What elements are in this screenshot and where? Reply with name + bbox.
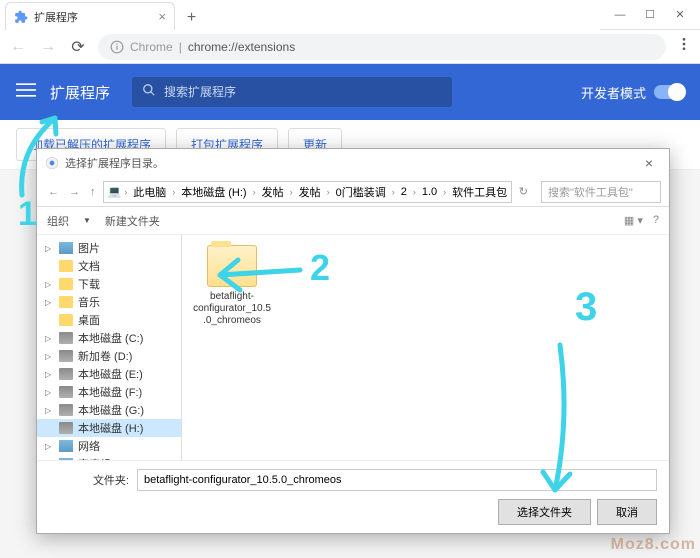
tree-item[interactable]: ▷本地磁盘 (F:): [37, 383, 181, 401]
new-folder-button[interactable]: 新建文件夹: [105, 213, 160, 229]
address-bar: ← → ⟳ Chrome | chrome://extensions: [0, 30, 700, 64]
tree-item[interactable]: ▷本地磁盘 (C:): [37, 329, 181, 347]
drive-icon: [59, 278, 73, 290]
folder-field-input[interactable]: [137, 469, 657, 491]
tree-item[interactable]: ▷网络: [37, 437, 181, 455]
tree-item[interactable]: ▷本地磁盘 (G:): [37, 401, 181, 419]
organize-menu[interactable]: 组织: [47, 213, 69, 229]
drive-icon: [59, 314, 73, 326]
search-input[interactable]: [164, 85, 442, 99]
breadcrumb[interactable]: 💻 › 此电脑› 本地磁盘 (H:)› 发帖› 发帖› 0门槛装调› 2› 1.…: [103, 181, 512, 203]
maximize-button[interactable]: ☐: [635, 2, 665, 27]
dialog-title: 选择扩展程序目录。: [65, 155, 164, 171]
tree-item[interactable]: ▷下载: [37, 275, 181, 293]
forward-button[interactable]: →: [38, 38, 58, 56]
omnibox-url: chrome://extensions: [188, 40, 295, 54]
tree-item[interactable]: 家庭组: [37, 455, 181, 460]
dialog-body: ▷图片文档▷下载▷音乐桌面▷本地磁盘 (C:)▷新加卷 (D:)▷本地磁盘 (E…: [37, 235, 669, 460]
dialog-footer: 文件夹: 选择文件夹 取消: [37, 460, 669, 533]
drive-icon: [59, 368, 73, 380]
drive-icon: [59, 386, 73, 398]
minimize-button[interactable]: —: [605, 2, 635, 27]
dlg-forward-button[interactable]: →: [66, 186, 83, 198]
drive-icon: [59, 296, 73, 308]
crumb[interactable]: 2: [398, 186, 410, 198]
crumb[interactable]: 本地磁盘 (H:): [178, 184, 249, 200]
dlg-back-button[interactable]: ←: [45, 186, 62, 198]
extension-icon: [14, 10, 28, 24]
new-tab-button[interactable]: +: [179, 5, 204, 30]
drive-icon: [59, 422, 73, 434]
browser-menu-icon[interactable]: [676, 36, 692, 57]
crumb[interactable]: 软件工具包: [449, 184, 510, 200]
crumb[interactable]: 发帖: [296, 184, 324, 200]
dev-mode-label: 开发者模式: [581, 83, 646, 102]
file-dialog: 选择扩展程序目录。 × ← → ↑ 💻 › 此电脑› 本地磁盘 (H:)› 发帖…: [36, 148, 670, 534]
tab-strip: 扩展程序 × +: [0, 0, 600, 30]
drive-icon: [59, 350, 73, 362]
drive-icon: [59, 404, 73, 416]
tab-title: 扩展程序: [34, 9, 78, 25]
menu-icon[interactable]: [16, 80, 36, 105]
drive-icon: [59, 242, 73, 254]
folder-icon: [207, 245, 257, 287]
dialog-nav: ← → ↑ 💻 › 此电脑› 本地磁盘 (H:)› 发帖› 发帖› 0门槛装调›…: [37, 177, 669, 207]
dialog-search-input[interactable]: 搜索"软件工具包": [541, 181, 661, 203]
crumb[interactable]: 此电脑: [130, 184, 169, 200]
folder-tree[interactable]: ▷图片文档▷下载▷音乐桌面▷本地磁盘 (C:)▷新加卷 (D:)▷本地磁盘 (E…: [37, 235, 182, 460]
omnibox-separator: |: [179, 40, 182, 54]
back-button[interactable]: ←: [8, 38, 28, 56]
crumb[interactable]: 发帖: [259, 184, 287, 200]
tree-item[interactable]: ▷本地磁盘 (E:): [37, 365, 181, 383]
tree-item[interactable]: ▷图片: [37, 239, 181, 257]
tree-item[interactable]: 桌面: [37, 311, 181, 329]
toggle-switch[interactable]: [654, 85, 684, 99]
folder-label: betaflight-configurator_10.5.0_chromeos: [192, 291, 272, 327]
info-icon: [110, 40, 124, 54]
close-window-button[interactable]: ✕: [665, 2, 695, 27]
dev-mode-toggle[interactable]: 开发者模式: [581, 83, 684, 102]
select-folder-button[interactable]: 选择文件夹: [498, 499, 591, 525]
pc-icon: 💻: [108, 185, 122, 198]
tree-item[interactable]: 文档: [37, 257, 181, 275]
folder-field-label: 文件夹:: [49, 472, 129, 488]
browser-tab[interactable]: 扩展程序 ×: [5, 2, 175, 30]
help-icon[interactable]: ?: [653, 214, 659, 227]
tree-item[interactable]: ▷音乐: [37, 293, 181, 311]
search-icon: [142, 83, 156, 102]
view-icon[interactable]: ▦ ▾: [624, 214, 643, 227]
page-title: 扩展程序: [50, 82, 110, 103]
crumb[interactable]: 0门槛装调: [333, 184, 389, 200]
watermark: Moz8.com: [611, 536, 696, 554]
search-box[interactable]: [132, 77, 452, 107]
tree-item[interactable]: 本地磁盘 (H:): [37, 419, 181, 437]
folder-content[interactable]: betaflight-configurator_10.5.0_chromeos: [182, 235, 669, 460]
drive-icon: [59, 260, 73, 272]
search-placeholder: 搜索"软件工具包": [548, 184, 633, 200]
refresh-button[interactable]: ↻: [516, 185, 531, 198]
chrome-icon: [45, 156, 59, 170]
drive-icon: [59, 440, 73, 452]
tab-close-icon[interactable]: ×: [158, 9, 166, 24]
extensions-header: 扩展程序 开发者模式: [0, 64, 700, 120]
crumb[interactable]: 1.0: [419, 186, 440, 198]
drive-icon: [59, 332, 73, 344]
reload-button[interactable]: ⟳: [68, 37, 88, 57]
dialog-toolbar: 组织▼ 新建文件夹 ▦ ▾ ?: [37, 207, 669, 235]
dialog-titlebar: 选择扩展程序目录。 ×: [37, 149, 669, 177]
omnibox-scheme: Chrome: [130, 40, 173, 54]
omnibox[interactable]: Chrome | chrome://extensions: [98, 34, 666, 60]
dialog-close-button[interactable]: ×: [637, 155, 661, 171]
drive-icon: [59, 458, 73, 460]
dlg-up-button[interactable]: ↑: [87, 186, 99, 198]
cancel-button[interactable]: 取消: [597, 499, 657, 525]
tree-item[interactable]: ▷新加卷 (D:): [37, 347, 181, 365]
folder-item[interactable]: betaflight-configurator_10.5.0_chromeos: [192, 245, 272, 327]
